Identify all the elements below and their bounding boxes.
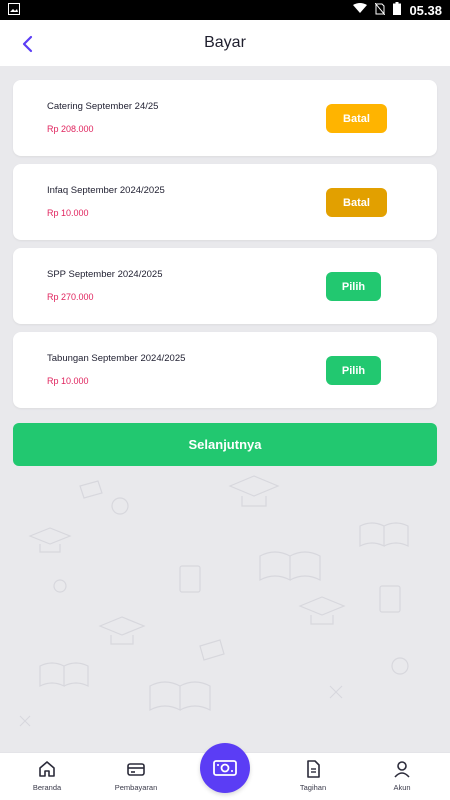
nav-item-beranda[interactable]: Beranda [12, 759, 82, 792]
bill-list: Catering September 24/25 Rp 208.000 Bata… [13, 80, 437, 416]
bill-price: Rp 208.000 [47, 124, 94, 134]
money-icon [213, 760, 237, 776]
cancel-button[interactable]: Batal [326, 104, 387, 133]
home-icon [39, 761, 55, 777]
bill-card-spp: SPP September 2024/2025 Rp 270.000 Pilih [13, 248, 437, 324]
nav-label: Pembayaran [114, 783, 158, 792]
image-icon [8, 2, 20, 18]
wifi-icon [353, 3, 368, 17]
back-arrow-icon [22, 35, 33, 53]
nav-label: Beranda [32, 783, 62, 792]
user-icon [394, 761, 410, 778]
bill-card-infaq: Infaq September 2024/2025 Rp 10.000 Bata… [13, 164, 437, 240]
battery-icon [393, 2, 402, 18]
nav-label: Tagihan [299, 783, 327, 792]
cancel-button[interactable]: Batal [326, 188, 387, 217]
bill-name: Infaq September 2024/2025 [47, 185, 165, 196]
back-button[interactable] [14, 30, 42, 58]
next-button[interactable]: Selanjutnya [13, 423, 437, 466]
no-sim-icon [375, 2, 386, 18]
nav-item-tagihan[interactable]: Tagihan [278, 759, 348, 792]
status-bar: 05.38 [0, 0, 450, 20]
bill-card-catering: Catering September 24/25 Rp 208.000 Bata… [13, 80, 437, 156]
pay-fab-button[interactable] [200, 743, 250, 793]
document-icon [307, 760, 320, 778]
status-icons: 05.38 [353, 2, 442, 18]
page-title: Bayar [204, 34, 246, 51]
bill-name: Catering September 24/25 [47, 101, 159, 112]
bill-price: Rp 10.000 [47, 208, 89, 218]
bill-name: Tabungan September 2024/2025 [47, 353, 186, 364]
select-button[interactable]: Pilih [326, 356, 381, 385]
bill-price: Rp 10.000 [47, 376, 89, 386]
select-button[interactable]: Pilih [326, 272, 381, 301]
nav-label: Akun [393, 783, 411, 792]
bill-name: SPP September 2024/2025 [47, 269, 163, 280]
app-header: Bayar [0, 20, 450, 66]
card-icon [127, 763, 145, 776]
bill-price: Rp 270.000 [47, 292, 94, 302]
status-time: 05.38 [409, 2, 442, 18]
nav-item-pembayaran[interactable]: Pembayaran [101, 759, 171, 792]
bill-card-tabungan: Tabungan September 2024/2025 Rp 10.000 P… [13, 332, 437, 408]
nav-item-akun[interactable]: Akun [367, 759, 437, 792]
